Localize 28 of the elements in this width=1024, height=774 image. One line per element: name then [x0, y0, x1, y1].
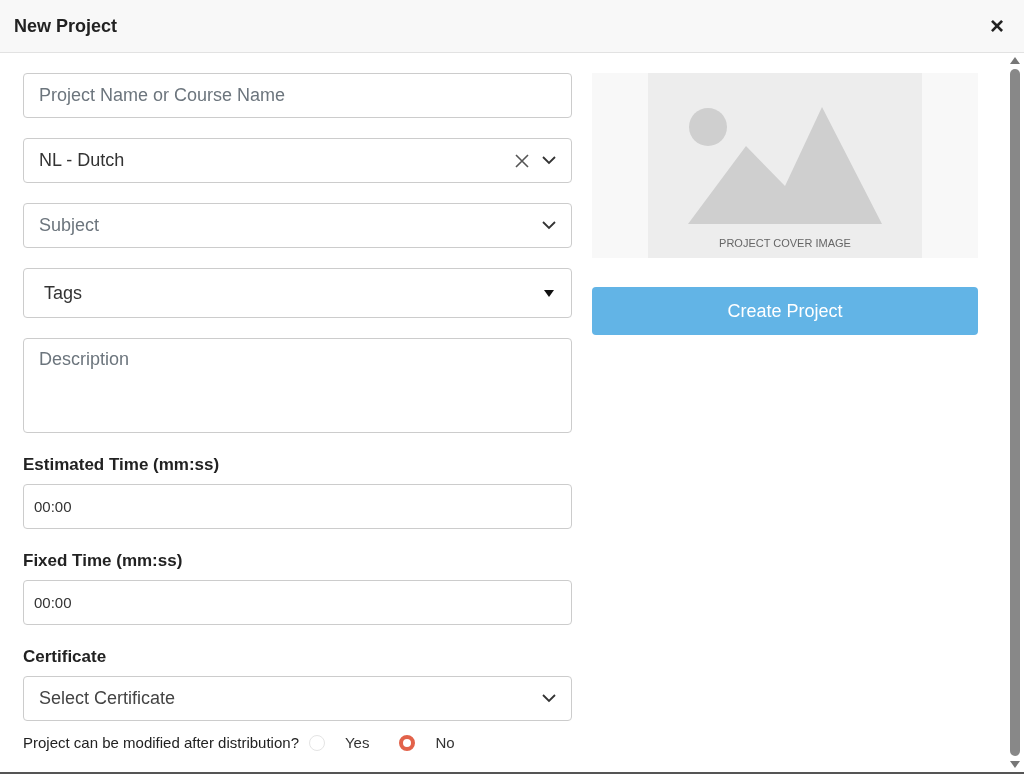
scroll-down-icon[interactable] [1010, 761, 1020, 768]
field-label: Certificate [23, 647, 108, 667]
chevron-down-icon [542, 156, 556, 165]
scroll-up-icon[interactable] [1010, 57, 1020, 64]
clear-icon[interactable] [514, 152, 530, 169]
radio-label: Yes [345, 734, 370, 751]
select-field[interactable]: NL - Dutch [23, 138, 572, 183]
field-label: Fixed Time (mm:ss) [23, 551, 184, 571]
tags-field[interactable]: Tags [23, 268, 572, 318]
window-title: New Project [14, 15, 118, 37]
radio-button[interactable] [399, 734, 416, 751]
chevron-down-icon [542, 694, 556, 703]
input-field[interactable]: Project Name or Course Name [23, 73, 572, 118]
question-text: Project can be modified after distribution? [23, 734, 299, 751]
cover-placeholder[interactable]: PROJECT COVER IMAGE [592, 73, 978, 258]
cover-caption: PROJECT COVER IMAGE [719, 237, 851, 249]
description-field[interactable]: Description [23, 338, 572, 433]
radio-label: No [435, 734, 455, 751]
close-button[interactable]: × [986, 12, 1008, 40]
select-field[interactable]: Select Certificate [23, 676, 572, 721]
time-field[interactable]: 00:00 [23, 484, 572, 529]
image-placeholder-icon [688, 107, 882, 227]
scrollbar[interactable] [1009, 57, 1021, 768]
chevron-down-icon [542, 221, 556, 230]
select-field[interactable]: Subject [23, 203, 572, 248]
time-field[interactable]: 00:00 [23, 580, 572, 625]
field-label: Estimated Time (mm:ss) [23, 455, 221, 475]
caret-down-icon [544, 289, 554, 297]
